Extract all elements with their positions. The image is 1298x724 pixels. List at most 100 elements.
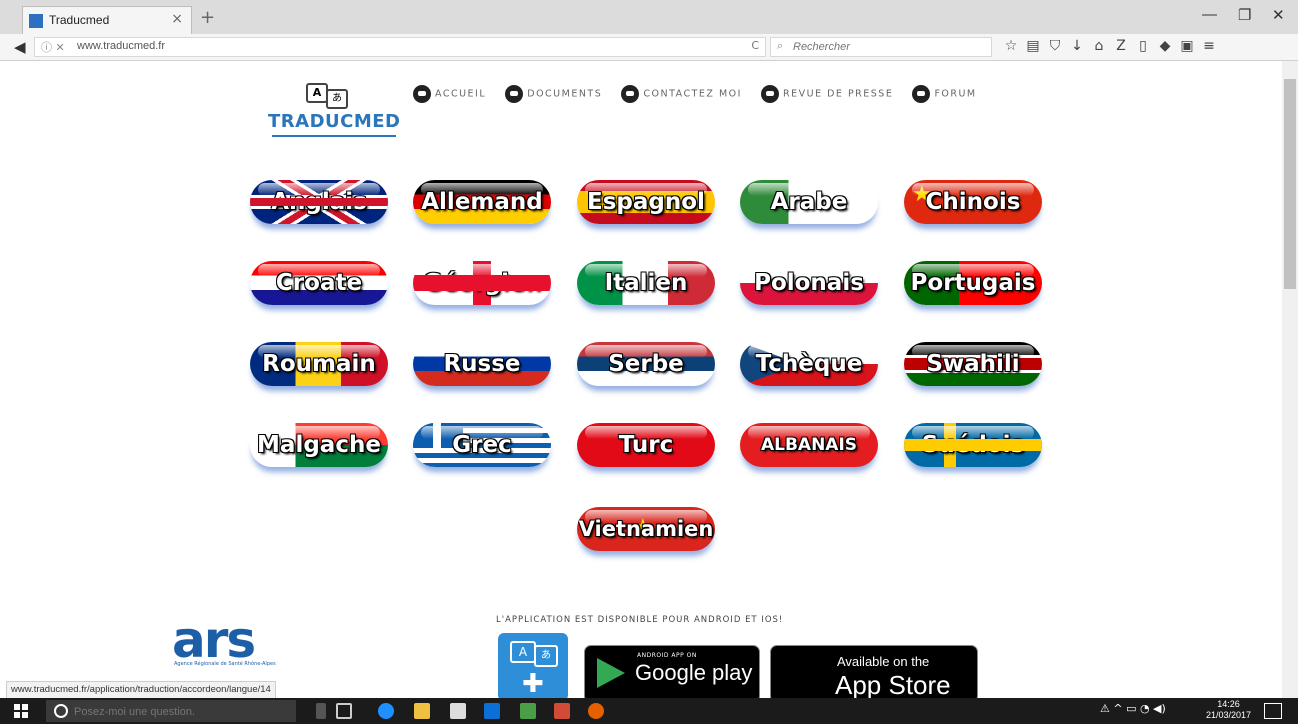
system-tray-icons[interactable]: ⚠ ^ ▭ ◔ ◀): [1100, 702, 1166, 715]
browser-tab[interactable]: Traducmed ×: [22, 6, 192, 35]
language-button-suedois[interactable]: Suédois: [904, 423, 1042, 467]
language-button-portugais[interactable]: Portugais: [904, 261, 1042, 305]
downloads-icon[interactable]: ↓: [1066, 38, 1088, 54]
google-play-icon: [597, 658, 625, 688]
language-button-vietnamien[interactable]: ★ Vietnamien: [577, 507, 715, 551]
language-button-malgache[interactable]: Malgache: [250, 423, 388, 467]
page-scrollbar[interactable]: [1282, 61, 1298, 698]
nav-label: REVUE DE PRESSE: [783, 88, 894, 99]
language-button-polonais[interactable]: Polonais: [740, 261, 878, 305]
nav-label: FORUM: [934, 88, 977, 99]
action-center-icon[interactable]: [1264, 703, 1282, 719]
tab-close-icon[interactable]: ×: [171, 11, 183, 27]
documents-icon: [505, 84, 524, 103]
language-button-croate[interactable]: Croate: [250, 261, 388, 305]
window-close-icon[interactable]: ✕: [1272, 6, 1285, 24]
reload-icon[interactable]: C: [751, 39, 759, 52]
language-label: Swahili: [926, 351, 1020, 377]
logo-text: TRADUCMED: [268, 111, 401, 132]
dropbox-icon[interactable]: [484, 703, 500, 719]
language-button-tcheque[interactable]: Tchèque: [740, 342, 878, 386]
home-icon: [413, 84, 431, 103]
bookmark-star-icon[interactable]: ☆: [1000, 38, 1022, 54]
page-icon[interactable]: ▯: [1132, 38, 1154, 54]
app-store-badge[interactable]: Available on the App Store: [770, 645, 978, 698]
cortana-search-input[interactable]: [72, 703, 276, 721]
url-text: www.traducmed.fr: [77, 40, 166, 52]
language-button-espagnol[interactable]: Espagnol: [577, 180, 715, 224]
pocket-icon[interactable]: ⛉: [1044, 38, 1066, 54]
zotero-icon[interactable]: Z: [1110, 38, 1132, 54]
language-label: Grec: [452, 432, 512, 458]
windows-start-icon[interactable]: [14, 704, 28, 718]
tab-title: Traducmed: [49, 13, 110, 27]
back-arrow-icon[interactable]: ◀: [14, 38, 26, 56]
language-button-arabe[interactable]: Arabe: [740, 180, 878, 224]
traducmed-app-icon[interactable]: A あ ✚: [498, 633, 568, 698]
edge-icon[interactable]: [378, 703, 394, 719]
google-play-badge[interactable]: ANDROID APP ON Google play: [584, 645, 760, 698]
office-icon[interactable]: [554, 703, 570, 719]
new-tab-button[interactable]: +: [200, 7, 215, 28]
nav-item-accueil[interactable]: ACCUEIL: [413, 84, 486, 103]
language-label: Anglais: [271, 189, 367, 215]
nav-label: DOCUMENTS: [527, 88, 603, 99]
language-button-grec[interactable]: Grec: [413, 423, 551, 467]
language-label: Russe: [443, 351, 521, 377]
cortana-icon: [54, 704, 68, 718]
language-label: Polonais: [754, 270, 864, 296]
language-button-turc[interactable]: Turc: [577, 423, 715, 467]
logo-underline: [272, 135, 396, 137]
logo-glyph-b: あ: [326, 89, 348, 109]
language-button-chinois[interactable]: ★Chinois: [904, 180, 1042, 224]
scrollbar-thumb[interactable]: [1284, 79, 1296, 289]
language-label: Arabe: [770, 189, 848, 215]
microphone-icon[interactable]: [316, 703, 326, 719]
address-bar[interactable]: ⓘ ✕ www.traducmed.fr C: [34, 37, 766, 57]
home-browser-icon[interactable]: ⌂: [1088, 38, 1110, 54]
language-label: Chinois: [925, 189, 1021, 215]
language-button-russe[interactable]: Russe: [413, 342, 551, 386]
taskbar-clock[interactable]: 14:26 21/03/2017: [1206, 699, 1251, 721]
language-button-georgien[interactable]: Géorgien: [413, 261, 551, 305]
menu-icon[interactable]: ≡: [1198, 38, 1220, 54]
language-button-serbe[interactable]: Serbe: [577, 342, 715, 386]
ars-logo[interactable]: ars Agence Régionale de Santé Rhône-Alpe…: [172, 611, 282, 691]
app-icon[interactable]: [520, 703, 536, 719]
store-icon[interactable]: [450, 703, 466, 719]
language-button-allemand[interactable]: Allemand: [413, 180, 551, 224]
language-label: Serbe: [608, 351, 684, 377]
nav-item-documents[interactable]: DOCUMENTS: [505, 84, 603, 103]
start-tile: [14, 712, 20, 718]
start-tile: [14, 704, 20, 710]
navigation-toolbar: ◀ ⓘ ✕ www.traducmed.fr C ⌕ ☆▤⛉↓⌂Z▯◆▣≡: [0, 34, 1298, 61]
nav-label: CONTACTEZ MOI: [643, 88, 742, 99]
reading-list-icon[interactable]: ▤: [1022, 38, 1044, 54]
restore-icon[interactable]: ❐: [1238, 6, 1251, 24]
traducmed-logo[interactable]: A あ TRADUCMED: [268, 81, 400, 141]
notification-icon[interactable]: ▣: [1176, 38, 1198, 54]
language-label: Géorgien: [423, 270, 541, 296]
language-button-anglais[interactable]: Anglais: [250, 180, 388, 224]
press-icon: [761, 84, 780, 103]
site-info-icon[interactable]: ⓘ ✕: [41, 39, 65, 55]
search-icon: ⌕: [777, 39, 784, 52]
file-explorer-icon[interactable]: [414, 703, 430, 719]
addon-icon[interactable]: ◆: [1154, 38, 1176, 54]
language-button-swahili[interactable]: Swahili: [904, 342, 1042, 386]
language-button-italien[interactable]: Italien: [577, 261, 715, 305]
browser-search-input[interactable]: [791, 39, 985, 55]
minimize-icon[interactable]: —: [1202, 6, 1217, 23]
language-label: Vietnamien: [578, 517, 714, 541]
language-button-roumain[interactable]: Roumain: [250, 342, 388, 386]
nav-item-contact[interactable]: CONTACTEZ MOI: [621, 84, 742, 103]
nav-item-forum[interactable]: FORUM: [912, 84, 977, 103]
nav-item-revue-de-presse[interactable]: REVUE DE PRESSE: [761, 84, 894, 103]
cortana-search-box[interactable]: [46, 700, 296, 722]
language-button-albanais[interactable]: ALBANAIS: [740, 423, 878, 467]
task-view-icon[interactable]: [336, 703, 352, 719]
firefox-icon[interactable]: [588, 703, 604, 719]
browser-search-box[interactable]: ⌕: [770, 37, 992, 57]
toolbar-icons: ☆ ▤ ⛉ ↓ ⌂ Z ▯ ◆ ▣ ≡: [1000, 38, 1220, 54]
start-tile: [22, 712, 28, 718]
